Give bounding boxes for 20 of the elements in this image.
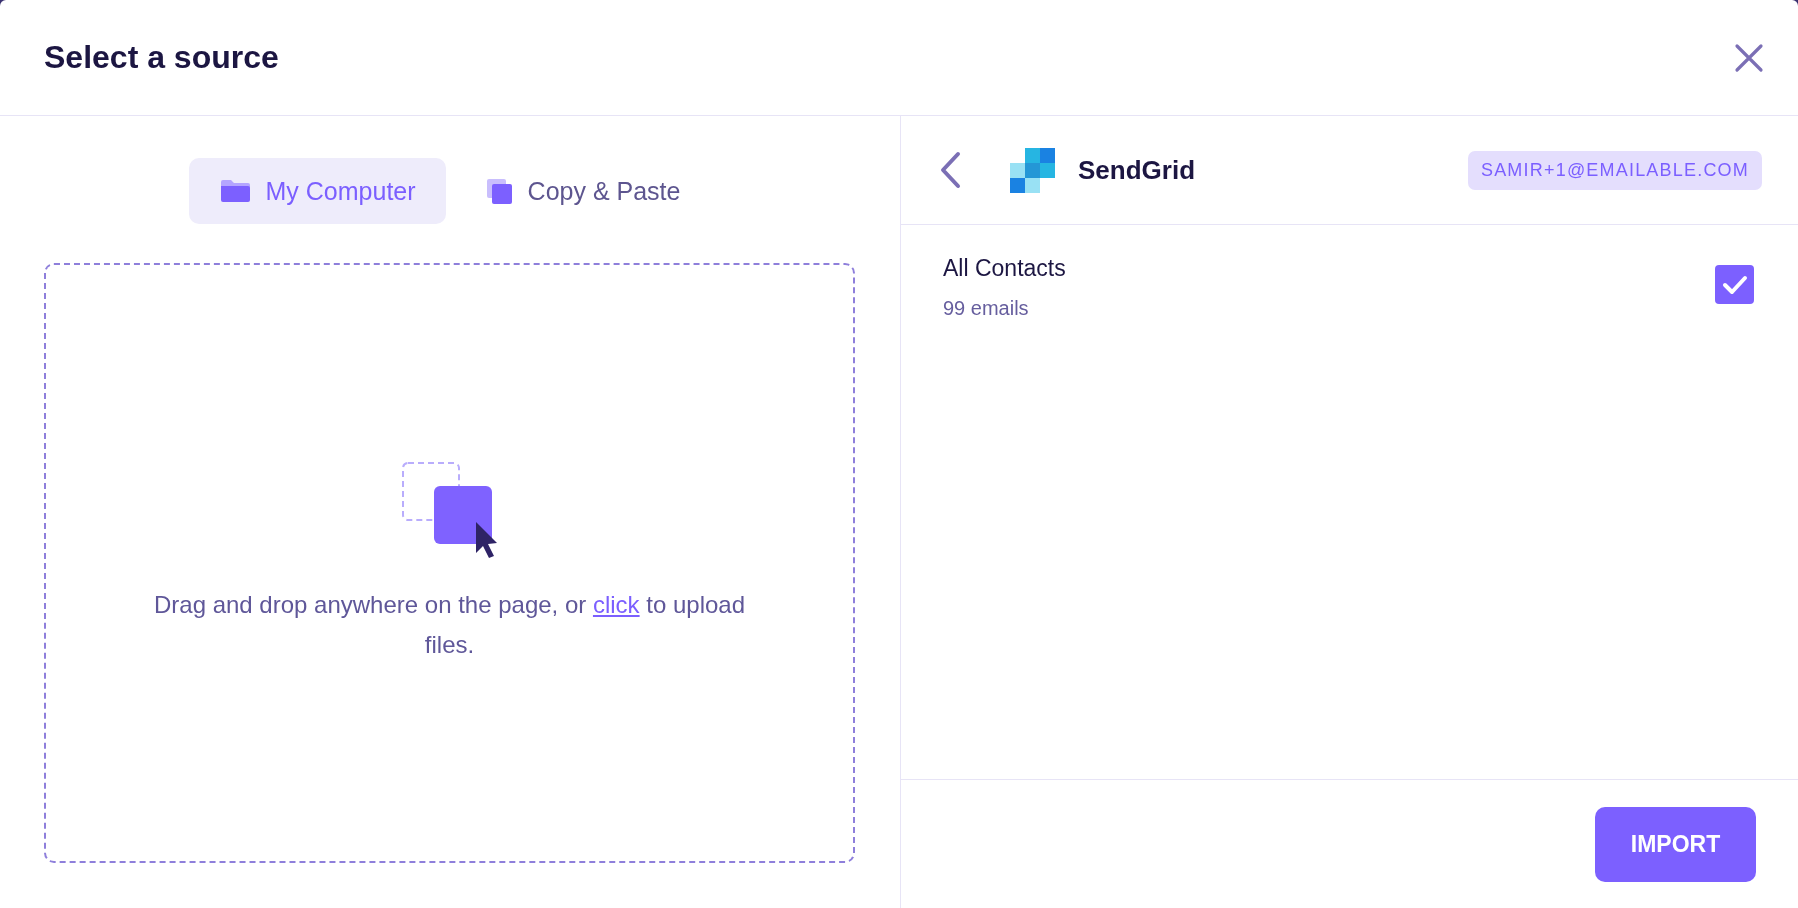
list-name: All Contacts [943, 254, 1066, 283]
upload-link[interactable]: click [592, 590, 640, 618]
checkbox[interactable] [1715, 265, 1754, 304]
back-button[interactable] [940, 151, 961, 189]
chevron-left-icon [940, 151, 961, 189]
import-button[interactable]: IMPORT [1595, 806, 1756, 882]
upload-instructions: Drag and drop anywhere on the page, or click to upload files. [152, 589, 747, 660]
folder-icon [220, 180, 250, 202]
email-count: 99 emails [943, 296, 1030, 321]
source-tab[interactable]: My Computer [188, 158, 446, 224]
logo-icon [1010, 147, 1055, 193]
integration-name: SendGrid [1078, 154, 1195, 186]
close-icon [1734, 42, 1764, 73]
source-tab[interactable]: Copy & Paste [454, 158, 711, 224]
stacked-squares-icon [486, 178, 512, 204]
close-button[interactable] [1734, 42, 1764, 73]
dialog-title: Select a source [44, 39, 279, 76]
account-badge: SAMIR+1@EMAILABLE.COM [1467, 150, 1762, 190]
drag-and-drop-icon [401, 461, 498, 559]
file-drop-zone[interactable]: Drag and drop anywhere on the page, or click to upload files. [44, 263, 855, 863]
